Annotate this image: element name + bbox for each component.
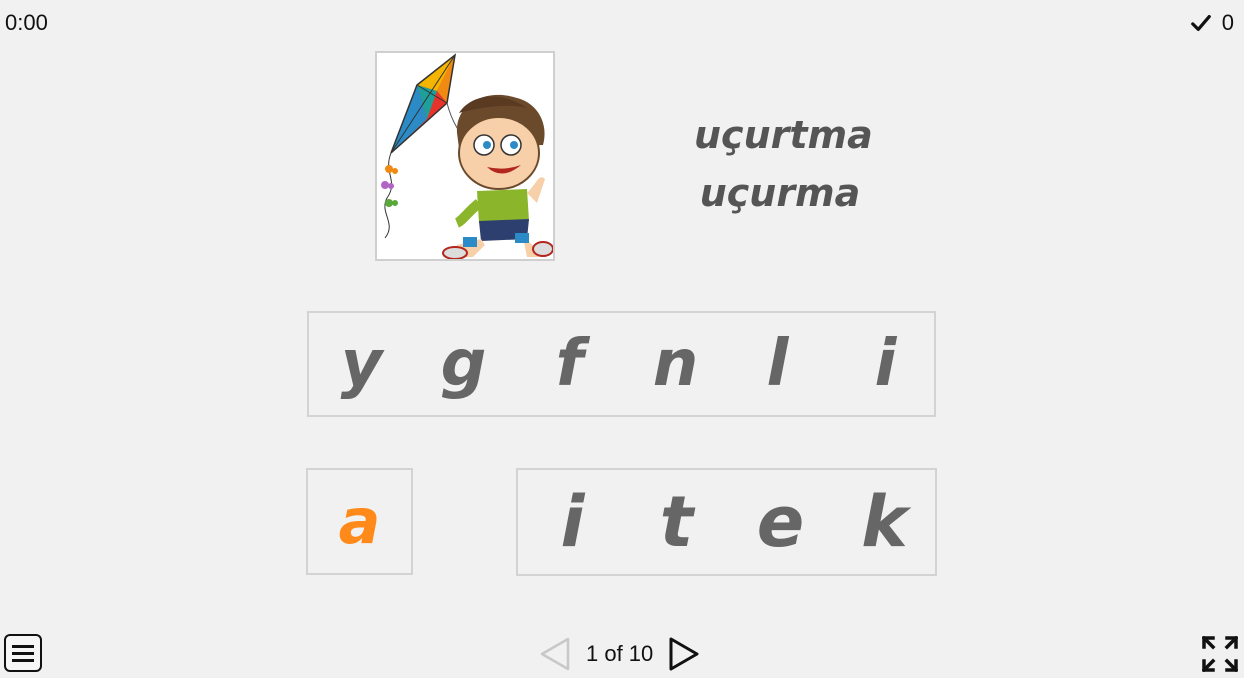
word-option[interactable]: uçurma — [694, 164, 866, 222]
letter-tile[interactable]: l — [725, 313, 830, 415]
checkmark-icon — [1190, 14, 1211, 32]
answer-letter[interactable]: t — [624, 470, 729, 574]
menu-icon — [12, 644, 34, 648]
previous-arrow-icon[interactable] — [538, 636, 572, 672]
letter-tile[interactable]: n — [623, 313, 728, 415]
page-indicator: 1 of 10 — [586, 641, 654, 666]
letter-tile[interactable]: i — [833, 313, 938, 415]
word-option[interactable]: uçurtma — [694, 106, 873, 164]
answer-word: i t e k — [516, 468, 937, 576]
letter-tile[interactable]: y — [309, 313, 414, 415]
pager: 1 of 10 — [538, 636, 701, 672]
answer-letter[interactable]: k — [832, 470, 937, 574]
fullscreen-icon[interactable] — [1202, 636, 1238, 672]
menu-button[interactable] — [4, 634, 42, 672]
answer-letter[interactable]: i — [520, 470, 625, 574]
score-value: 0 — [1221, 10, 1234, 35]
letter-bank: y g f n l i — [307, 311, 936, 417]
letter-tile[interactable]: g — [411, 313, 516, 415]
letter-tile[interactable]: f — [517, 313, 622, 415]
score-counter: 0 — [1190, 10, 1234, 36]
answer-slot[interactable]: a — [306, 468, 413, 575]
next-arrow-icon[interactable] — [667, 636, 701, 672]
kite-boy-picture — [375, 51, 555, 261]
answer-letter[interactable]: e — [728, 470, 833, 574]
word-options: uçurtma uçurma — [694, 106, 873, 222]
timer: 0:00 — [5, 10, 48, 35]
